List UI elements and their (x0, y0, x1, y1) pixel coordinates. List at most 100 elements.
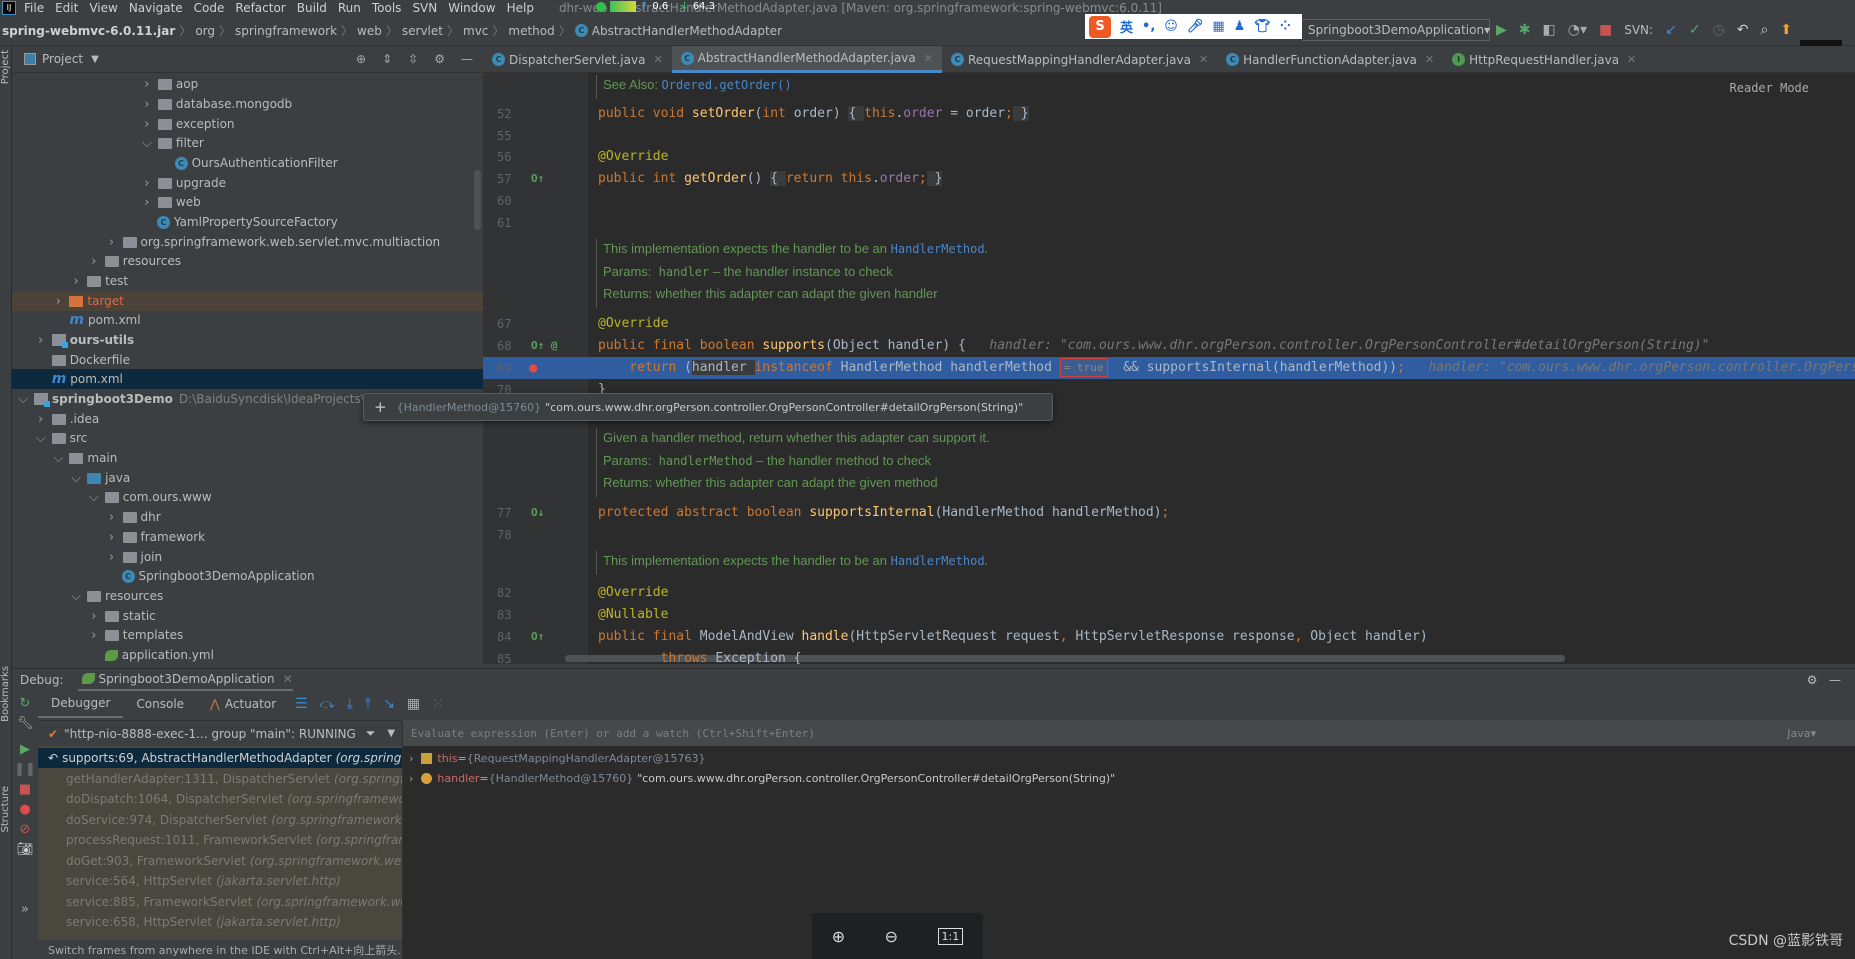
project-scrollbar[interactable] (474, 170, 481, 230)
code-line[interactable]: 52 public void setOrder(int order) { this… (483, 103, 1855, 125)
expand-icon[interactable]: › (409, 772, 413, 785)
code-line[interactable]: 67 @Override (483, 313, 1855, 335)
close-tab-icon[interactable]: ✕ (924, 52, 933, 65)
menu-tools[interactable]: Tools (372, 1, 402, 15)
tree-item[interactable]: › ours-utils (12, 330, 483, 350)
tree-item[interactable]: › static (12, 606, 483, 626)
breakpoint-icon[interactable]: ● (529, 357, 537, 379)
chevron-right-icon[interactable]: › (34, 333, 48, 348)
microphone-icon[interactable]: 🎤︎ (1187, 19, 1204, 34)
menu-build[interactable]: Build (297, 1, 327, 15)
step-into-icon[interactable]: ⤓ (347, 696, 353, 712)
language-select[interactable]: Java▾ (1787, 727, 1816, 740)
tree-item[interactable]: › resources (12, 251, 483, 271)
tree-item[interactable]: C OursAuthenticationFilter (12, 153, 483, 173)
tree-item[interactable]: ⌵ java (12, 468, 483, 488)
gear-icon[interactable]: ⚙ — (1807, 673, 1841, 687)
tree-item[interactable]: ⌵ filter (12, 133, 483, 153)
chevron-right-icon[interactable]: › (34, 412, 48, 427)
stack-frame[interactable]: service:564, HttpServlet (jakarta.servlet… (38, 871, 402, 891)
chevron-right-icon[interactable]: › (140, 97, 154, 112)
restore-layout-icon[interactable]: ⁙ (432, 696, 444, 712)
coverage-icon[interactable]: ◧ (1543, 22, 1556, 38)
close-tab-icon[interactable]: ✕ (1199, 53, 1208, 66)
tree-item[interactable]: › exception (12, 114, 483, 134)
code-line[interactable]: 56 @Override (483, 146, 1855, 168)
breadcrumb-item[interactable]: method (508, 24, 554, 38)
tree-item[interactable]: › framework (12, 527, 483, 547)
override-icon[interactable]: O↑ (531, 626, 544, 648)
close-tab-icon[interactable]: ✕ (1425, 53, 1434, 66)
code-line[interactable]: 84 O↑ public final ModelAndView handle(Htt… (483, 626, 1855, 648)
tab-abstracthandlermethodadapter[interactable]: C AbstractHandlerMethodAdapter.java ✕ (671, 46, 942, 73)
tree-item[interactable]: › aop (12, 74, 483, 94)
menu-window[interactable]: Window (448, 1, 495, 15)
history-icon[interactable]: ◷ (1713, 22, 1725, 38)
code-editor[interactable]: Reader Mode See Also: Ordered.getOrder()… (483, 73, 1855, 664)
tree-item[interactable]: ⌵ main (12, 448, 483, 468)
evaluate-expression-icon[interactable]: ▦ (407, 696, 420, 712)
tree-item[interactable]: C Springboot3DemoApplication (12, 566, 483, 586)
chevron-right-icon[interactable]: › (105, 510, 119, 525)
close-tab-icon[interactable]: ✕ (1627, 53, 1636, 66)
menu-refactor[interactable]: Refactor (235, 1, 285, 15)
debug-session-tab[interactable]: Springboot3DemoApplication ✕ (77, 669, 293, 691)
chevron-right-icon[interactable]: › (105, 235, 119, 250)
code-line[interactable]: 57 O↑ public int getOrder() { return this.… (483, 168, 1855, 190)
breadcrumb-item[interactable]: web (357, 24, 382, 38)
tab-actuator[interactable]: ⋀ Actuator (197, 690, 289, 718)
menu-help[interactable]: Help (507, 1, 534, 15)
menu-edit[interactable]: Edit (55, 1, 78, 15)
menu-view[interactable]: View (89, 1, 117, 15)
more-icon[interactable]: » (21, 902, 29, 917)
pause-icon[interactable]: ❚❚ (14, 762, 36, 777)
evaluate-expression-input[interactable]: Evaluate expression (Enter) or add a wat… (403, 720, 1855, 746)
profile-icon[interactable]: ◔▾ (1568, 22, 1587, 38)
ime-punct-icon[interactable]: •, (1142, 19, 1155, 34)
override-icon[interactable]: O↑ (531, 168, 544, 190)
breadcrumb-item[interactable]: spring-webmvc-6.0.11.jar (2, 24, 175, 38)
chevron-right-icon[interactable]: › (140, 176, 154, 191)
debug-icon[interactable]: ✱ (1519, 22, 1531, 38)
menu-file[interactable]: File (24, 1, 44, 15)
tree-item[interactable]: application.yml (12, 645, 483, 665)
chevron-right-icon[interactable]: › (140, 77, 154, 92)
expand-all-icon[interactable]: ⇕ (382, 52, 392, 66)
breadcrumb-item[interactable]: servlet (402, 24, 443, 38)
resume-icon[interactable]: ▶ (20, 742, 30, 757)
chevron-down-icon[interactable]: ⌵ (34, 431, 48, 446)
thread-selector[interactable]: ✔ "http-nio-8888-exec-1... group "main":… (38, 720, 402, 746)
expand-plus-icon[interactable]: + (374, 398, 387, 416)
chevron-down-icon[interactable]: ▼ (387, 728, 395, 739)
chevron-right-icon[interactable]: › (87, 609, 101, 624)
wrench-icon[interactable]: 🔧︎ (17, 716, 34, 731)
code-line[interactable]: 83 @Nullable (483, 604, 1855, 626)
tree-item[interactable]: › templates (12, 625, 483, 645)
stack-frame[interactable]: service:658, HttpServlet (jakarta.servlet… (38, 912, 402, 932)
rerun-icon[interactable]: ↻ (20, 696, 31, 711)
view-breakpoints-icon[interactable]: ● (19, 802, 30, 817)
tree-item[interactable]: ⌵ src (12, 428, 483, 448)
grid-menu-icon[interactable]: ⁘ (1280, 19, 1291, 34)
zoom-in-icon[interactable]: ⊕ (832, 927, 845, 946)
keyboard-icon[interactable]: ▦ (1212, 19, 1224, 34)
expand-icon[interactable]: › (409, 752, 413, 765)
tree-item[interactable]: › upgrade (12, 173, 483, 193)
step-over-icon[interactable]: ⤼ (320, 696, 335, 712)
tab-handlerfunctionadapter[interactable]: C HandlerFunctionAdapter.java ✕ (1217, 46, 1443, 73)
tree-item[interactable]: C YamlPropertySourceFactory (12, 212, 483, 232)
code-line[interactable]: 68 O↑ @ public final boolean supports(Obje… (483, 335, 1855, 357)
chevron-down-icon[interactable]: ▼ (91, 54, 99, 65)
code-line[interactable]: 55 (483, 125, 1855, 147)
emoji-icon[interactable]: ☺ (1164, 19, 1178, 34)
tab-httprequesthandler[interactable]: I HttpRequestHandler.java ✕ (1443, 46, 1645, 73)
step-out-icon[interactable]: ⤒ (365, 696, 371, 712)
tree-item[interactable]: › org.springframework.web.servlet.mvc.mul… (12, 232, 483, 252)
ime-language[interactable]: 英 (1120, 17, 1133, 36)
tree-item[interactable]: ⌵ com.ours.www (12, 487, 483, 507)
code-line[interactable]: 78 (483, 524, 1855, 546)
svn-update-icon[interactable]: ↙ (1665, 22, 1677, 38)
stack-frame[interactable]: doService:974, DispatcherServlet (org.spr… (38, 810, 402, 830)
chevron-down-icon[interactable]: ⌵ (51, 451, 65, 466)
zoom-out-icon[interactable]: ⊖ (885, 927, 898, 946)
